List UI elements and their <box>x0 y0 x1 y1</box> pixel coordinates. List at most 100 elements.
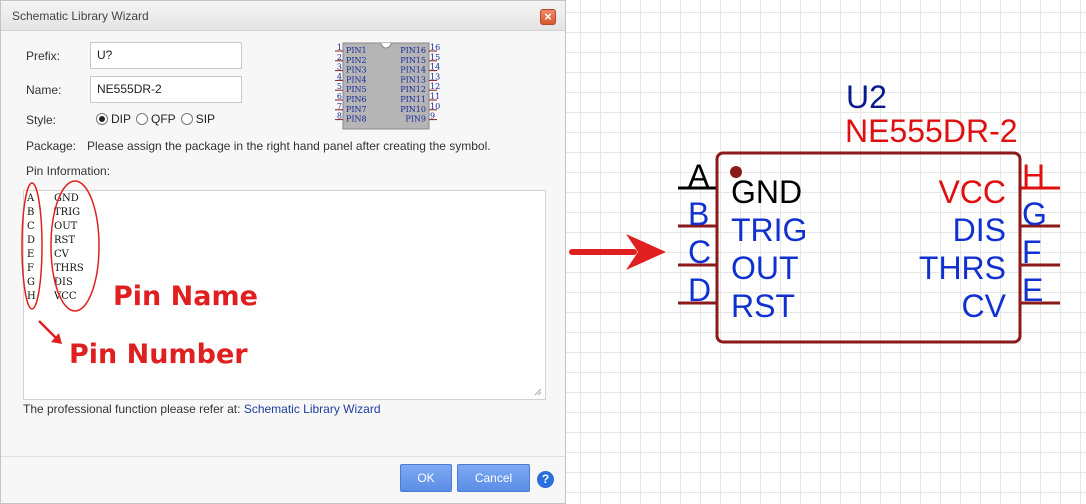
name-input[interactable]: NE555DR-2 <box>90 76 242 103</box>
pin-info-number: G <box>27 277 35 288</box>
pin-number-annotation: Pin Number <box>69 339 248 370</box>
symbol-left-pin-number: A <box>688 158 710 194</box>
radio-sip[interactable] <box>180 113 193 125</box>
dialog-titlebar[interactable]: Schematic Library Wizard × <box>1 1 565 31</box>
pin-name-annotation: Pin Name <box>113 281 258 312</box>
dialog-title: Schematic Library Wizard <box>12 9 149 23</box>
symbol-right-pin-number: G <box>1022 196 1047 232</box>
symbol-left-pin-number: D <box>688 272 712 308</box>
help-icon[interactable]: ? <box>537 471 554 488</box>
symbol-right-pin-name: THRS <box>918 250 1006 286</box>
footer-note: The professional function please refer a… <box>23 402 381 416</box>
package-label: Package: <box>26 139 77 153</box>
symbol-left-pin-name: RST <box>731 288 795 324</box>
preview-pin-text: PIN16 <box>400 46 426 55</box>
preview-pin-text: PIN15 <box>400 56 426 65</box>
preview-pin-text: 12 <box>430 82 440 91</box>
preview-pin-text: 16 <box>430 43 440 52</box>
symbol-left-pin-name: OUT <box>731 250 799 286</box>
schematic-library-wizard-link[interactable]: Schematic Library Wizard <box>244 402 381 416</box>
preview-pin-text: 9 <box>430 112 435 121</box>
preview-pin-text: PIN5 <box>346 85 367 94</box>
style-option-qfp[interactable]: QFP <box>136 112 176 126</box>
style-sip-label: SIP <box>195 112 216 126</box>
preview-pin-text: 13 <box>430 72 440 81</box>
pin-info-number: H <box>27 291 36 302</box>
preview-pin-text: 14 <box>430 63 440 72</box>
pin-info-number: C <box>27 221 35 232</box>
style-label: Style: <box>26 113 57 127</box>
preview-pin-text: 5 <box>337 82 342 91</box>
preview-pin-text: PIN6 <box>346 95 367 104</box>
footer-text: The professional function please refer a… <box>23 402 241 416</box>
symbol-body-graphics <box>678 151 1060 344</box>
preview-pin-text: 15 <box>430 53 440 62</box>
radio-qfp[interactable] <box>136 113 149 125</box>
pin-info-name: THRS <box>54 263 84 274</box>
pin-info-name: CV <box>54 249 69 260</box>
preview-pin-text: PIN13 <box>400 75 426 84</box>
symbol-right-pin-number: E <box>1022 272 1044 308</box>
preview-pin-text: PIN11 <box>400 95 426 104</box>
preview-pin-text: 10 <box>430 102 440 111</box>
preview-pin-text: PIN12 <box>400 85 426 94</box>
symbol-left-pin-name: GND <box>731 174 803 210</box>
right-arrow-icon <box>569 234 666 270</box>
preview-pin-text: 2 <box>337 53 342 62</box>
preview-pin-text: PIN1 <box>346 46 367 55</box>
pin-info-number: F <box>27 263 34 274</box>
preview-pin-text: 1 <box>337 43 342 52</box>
symbol-right-pin-number: F <box>1022 234 1042 270</box>
pin-info-number: A <box>27 193 35 204</box>
prefix-label: Prefix: <box>26 49 61 63</box>
preview-pin-text: 8 <box>337 112 342 121</box>
symbol-name: NE555DR-2 <box>845 113 1018 149</box>
footer-divider <box>1 456 565 457</box>
preview-pin-text: PIN7 <box>346 105 367 114</box>
pin-information-label: Pin Information: <box>26 164 111 178</box>
symbol-right-pin-name: VCC <box>938 174 1006 210</box>
preview-right-pins: 16 PIN16 15 PIN15 14 PIN14 13 PIN13 12 PIN12 11 PIN… <box>400 43 440 124</box>
ok-button[interactable]: OK <box>400 464 452 492</box>
close-icon[interactable]: × <box>540 9 556 25</box>
preview-pin-text: PIN14 <box>400 66 426 75</box>
resize-grip-icon[interactable] <box>534 388 542 396</box>
pin-info-name: OUT <box>54 221 78 232</box>
preview-pin-text: 7 <box>337 102 342 111</box>
preview-pin-text: PIN9 <box>405 115 426 124</box>
style-qfp-label: QFP <box>151 112 176 126</box>
preview-pin-text: 4 <box>337 72 342 81</box>
package-text: Please assign the package in the right h… <box>87 139 491 153</box>
style-option-sip[interactable]: SIP <box>180 112 216 126</box>
preview-pin-text: 6 <box>337 92 342 101</box>
pin-info-name: DIS <box>54 277 73 288</box>
preview-pin-text: PIN4 <box>346 75 367 84</box>
pin-info-name: VCC <box>54 291 77 302</box>
symbol-left-pin-name: TRIG <box>731 212 808 248</box>
preview-pin-text: 3 <box>337 63 342 72</box>
symbol-right-pin-number: H <box>1022 158 1046 194</box>
preview-pin-text: PIN3 <box>346 66 367 75</box>
cancel-button[interactable]: Cancel <box>457 464 530 492</box>
symbol-prefix: U2 <box>846 79 887 115</box>
radio-dip[interactable] <box>96 113 108 125</box>
preview-pin-text: PIN10 <box>400 105 426 114</box>
preview-pin-text: 11 <box>430 92 440 101</box>
dip-chip-preview: 1 PIN12 PIN23 PIN34 PIN45 PIN56 PIN67 PIN78 PIN8… <box>335 42 440 130</box>
pin-info-number: E <box>27 249 35 260</box>
style-option-dip[interactable]: DIP <box>96 112 131 126</box>
preview-pin-text: PIN8 <box>346 115 367 124</box>
prefix-input[interactable]: U? <box>90 42 242 69</box>
style-dip-label: DIP <box>111 112 132 126</box>
name-label: Name: <box>26 83 62 97</box>
pin-info-name: GND <box>54 193 79 204</box>
schematic-library-wizard-dialog: Schematic Library Wizard × Prefix: U? Na… <box>0 0 566 504</box>
symbol-right-pin-name: CV <box>961 288 1006 324</box>
pin-info-number: D <box>27 235 36 246</box>
pin-info-name: RST <box>54 235 76 246</box>
symbol-left-pin-number: C <box>688 234 712 270</box>
symbol-left-pin-number: B <box>688 196 710 232</box>
style-radio-group: DIP QFP SIP <box>96 112 220 126</box>
pin-info-name: TRIG <box>54 207 81 218</box>
symbol-right-pin-name: DIS <box>952 212 1006 248</box>
